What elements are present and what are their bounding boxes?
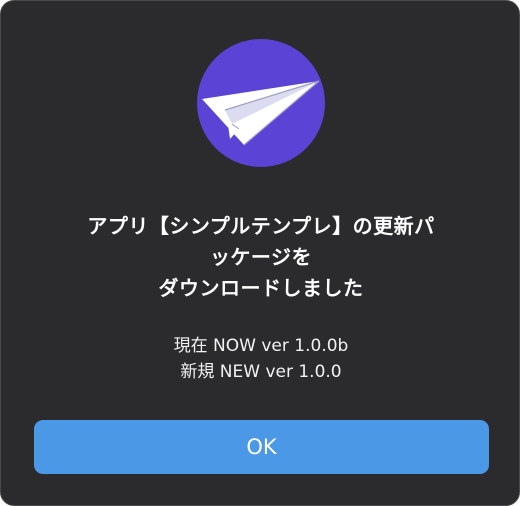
message-line-2: ッケージを	[209, 245, 313, 269]
ok-button[interactable]: OK	[34, 420, 489, 474]
message-title: アプリ【シンプルテンプレ】の更新パ ッケージを ダウンロードしました	[41, 211, 481, 304]
message-line-3: ダウンロードしました	[158, 276, 364, 300]
message-line-1: アプリ【シンプルテンプレ】の更新パ	[87, 214, 435, 238]
version-info: 現在 NOW ver 1.0.0b 新規 NEW ver 1.0.0	[41, 333, 481, 385]
update-dialog: アプリ【シンプルテンプレ】の更新パ ッケージを ダウンロードしました 現在 NO…	[0, 0, 520, 506]
paper-plane-icon	[197, 39, 325, 167]
current-version-text: 現在 NOW ver 1.0.0b	[173, 336, 349, 356]
new-version-text: 新規 NEW ver 1.0.0	[180, 362, 342, 382]
